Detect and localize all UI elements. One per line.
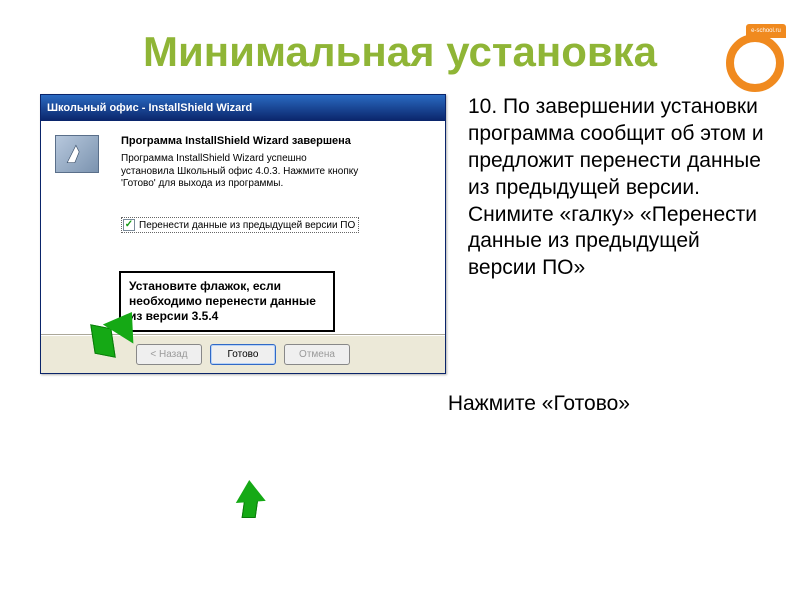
migrate-data-checkbox-row[interactable]: ✓ Перенести данные из предыдущей версии … <box>121 217 359 233</box>
brand-logo: e-school.ru <box>722 28 794 100</box>
window-title: Школьный офис - InstallShield Wizard <box>47 102 252 114</box>
migrate-data-label: Перенести данные из предыдущей версии ПО <box>139 220 355 231</box>
finish-button[interactable]: Готово <box>210 344 276 365</box>
cancel-button: Отмена <box>284 344 350 365</box>
installer-icon <box>55 135 99 173</box>
instruction-text: 10. По завершении установки программа со… <box>468 94 764 374</box>
migrate-data-checkbox[interactable]: ✓ <box>123 219 135 231</box>
footer-caption: Нажмите «Готово» <box>0 374 800 416</box>
screenshot-area: Школьный офис - InstallShield Wizard Про… <box>40 94 450 374</box>
installer-heading: Программа InstallShield Wizard завершена <box>121 135 351 147</box>
slide-title: Минимальная установка <box>0 0 800 76</box>
window-titlebar: Школьный офис - InstallShield Wizard <box>41 95 445 121</box>
arrow-to-checkbox-icon <box>85 314 135 354</box>
callout-box: Установите флажок, если необходимо перен… <box>119 271 335 332</box>
installer-description: Программа InstallShield Wizard успешно у… <box>121 153 361 191</box>
arrow-to-finish-icon <box>235 482 275 522</box>
brand-logo-ring <box>726 34 784 92</box>
back-button: < Назад <box>136 344 202 365</box>
